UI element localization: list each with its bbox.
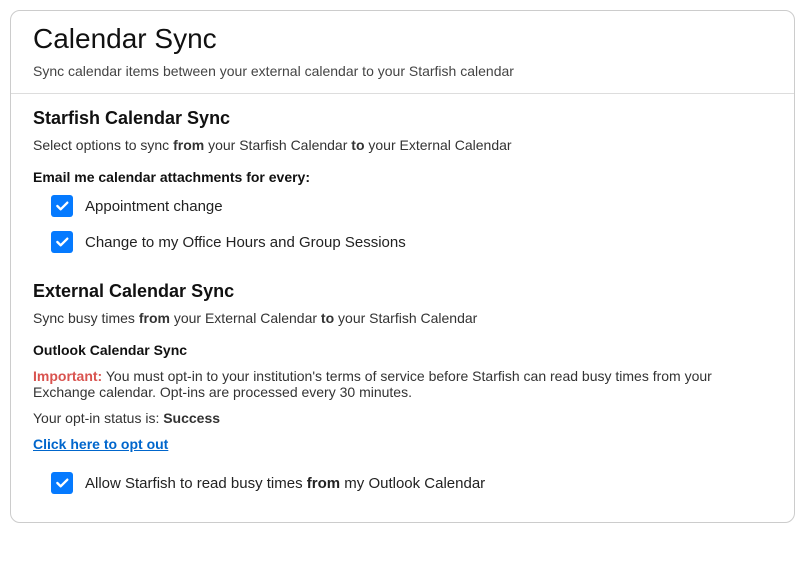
- page-subtitle: Sync calendar items between your externa…: [33, 63, 772, 79]
- opt-out-link[interactable]: Click here to opt out: [33, 436, 168, 452]
- checkbox-label-allow-outlook: Allow Starfish to read busy times from m…: [85, 475, 485, 492]
- external-sync-title: External Calendar Sync: [33, 281, 772, 302]
- checkbox-row-office-hours: Change to my Office Hours and Group Sess…: [51, 231, 772, 253]
- external-sync-section: External Calendar Sync Sync busy times f…: [11, 267, 794, 522]
- settings-card: Calendar Sync Sync calendar items betwee…: [10, 10, 795, 523]
- checkbox-allow-outlook[interactable]: [51, 472, 73, 494]
- checkbox-label-office-hours: Change to my Office Hours and Group Sess…: [85, 234, 406, 251]
- checkbox-office-hours[interactable]: [51, 231, 73, 253]
- check-icon: [54, 234, 70, 250]
- outlook-sync-title: Outlook Calendar Sync: [33, 342, 772, 358]
- important-label: Important:: [33, 368, 102, 384]
- opt-in-status-line: Your opt-in status is: Success: [33, 410, 772, 426]
- checkbox-appointment-change[interactable]: [51, 195, 73, 217]
- opt-in-status-value: Success: [163, 410, 220, 426]
- check-icon: [54, 198, 70, 214]
- external-sync-desc: Sync busy times from your External Calen…: [33, 310, 772, 326]
- card-header: Calendar Sync Sync calendar items betwee…: [11, 11, 794, 94]
- starfish-sync-desc: Select options to sync from your Starfis…: [33, 137, 772, 153]
- starfish-sync-title: Starfish Calendar Sync: [33, 108, 772, 129]
- checkbox-row-appointment-change: Appointment change: [51, 195, 772, 217]
- starfish-sync-section: Starfish Calendar Sync Select options to…: [11, 94, 794, 253]
- page-title: Calendar Sync: [33, 23, 772, 55]
- email-attachments-heading: Email me calendar attachments for every:: [33, 169, 772, 185]
- outlook-important-note: Important: You must opt-in to your insti…: [33, 368, 772, 400]
- check-icon: [54, 475, 70, 491]
- checkbox-label-appointment-change: Appointment change: [85, 198, 223, 215]
- checkbox-row-allow-outlook: Allow Starfish to read busy times from m…: [51, 472, 772, 494]
